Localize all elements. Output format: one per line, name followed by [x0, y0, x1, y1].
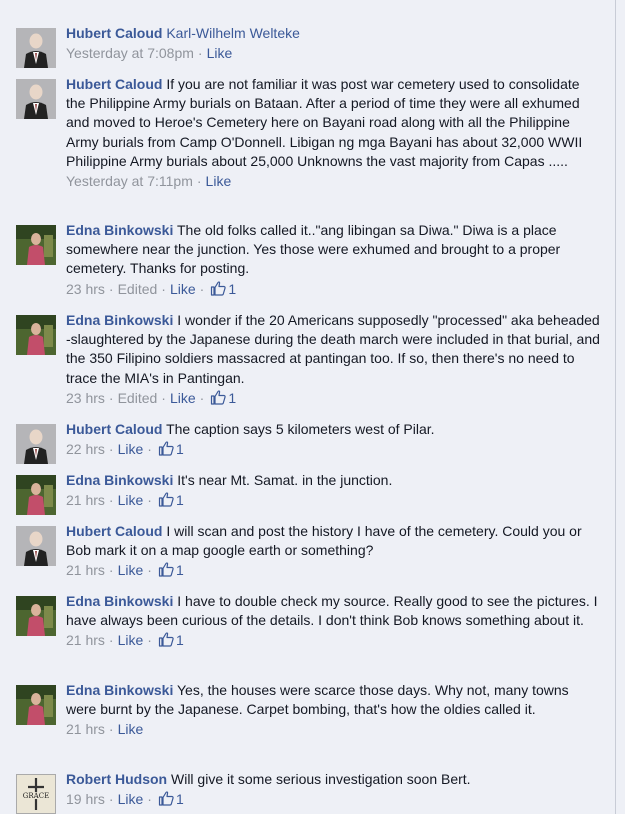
edited-label[interactable]: Edited — [118, 281, 158, 297]
like-button[interactable]: Like — [170, 390, 196, 406]
avatar[interactable] — [16, 315, 56, 355]
comment-body: Edna Binkowski I wonder if the 20 Americ… — [66, 311, 601, 410]
comment-author[interactable]: Robert Hudson — [66, 771, 167, 787]
like-count[interactable]: 1 — [176, 562, 184, 578]
comment-text: It's near Mt. Samat. in the junction. — [177, 472, 393, 488]
comment-meta: Yesterday at 7:08pm · Like — [66, 45, 233, 62]
comment-meta: 21 hrs · Like — [66, 721, 144, 738]
avatar[interactable] — [16, 225, 56, 265]
comment-timestamp[interactable]: 23 hrs — [66, 390, 105, 406]
comment-body: Edna Binkowski Yes, the houses were scar… — [66, 681, 601, 739]
avatar[interactable] — [16, 475, 56, 515]
comment-text: Will give it some serious investigation … — [171, 771, 471, 787]
comment-meta: 21 hrs · Like · 1 — [66, 491, 601, 512]
like-button[interactable]: Like — [118, 492, 144, 508]
comment-meta: 23 hrs · Edited · Like · 1 — [66, 280, 601, 301]
like-button[interactable]: Like — [118, 441, 144, 457]
comment-body: Hubert Caloud I will scan and post the h… — [66, 522, 601, 582]
comment-body: Hubert Caloud Karl-Wilhelm Welteke Yeste… — [66, 24, 601, 63]
like-count[interactable]: 1 — [176, 791, 184, 807]
comment-body: Edna Binkowski I have to double check my… — [66, 592, 601, 652]
like-count[interactable]: 1 — [176, 492, 184, 508]
comment-meta: 23 hrs · Edited · Like · 1 — [66, 389, 601, 410]
thumbs-up-icon[interactable] — [158, 790, 174, 811]
comment-timestamp[interactable]: Yesterday at 7:08pm — [66, 45, 194, 61]
comment-timestamp[interactable]: 21 hrs — [66, 721, 105, 737]
like-button[interactable]: Like — [118, 791, 144, 807]
avatar[interactable] — [16, 79, 56, 119]
comment-author[interactable]: Hubert Caloud — [66, 523, 162, 539]
avatar[interactable] — [16, 526, 56, 566]
like-button[interactable]: Like — [207, 45, 233, 61]
avatar[interactable]: GRACE — [16, 774, 56, 814]
svg-text:GRACE: GRACE — [23, 792, 49, 800]
comment-meta: 19 hrs · Like · 1 — [66, 790, 601, 811]
thumbs-up-icon[interactable] — [210, 389, 227, 410]
comment-body: Hubert Caloud If you are not familiar it… — [66, 75, 601, 191]
panel-border — [615, 0, 616, 814]
comment-author[interactable]: Hubert Caloud — [66, 76, 162, 92]
comment-body: Robert Hudson Will give it some serious … — [66, 770, 601, 811]
thumbs-up-icon[interactable] — [210, 280, 227, 301]
avatar[interactable] — [16, 424, 56, 464]
like-count[interactable]: 1 — [176, 632, 184, 648]
thumbs-up-icon[interactable] — [158, 561, 174, 582]
like-count[interactable]: 1 — [176, 441, 184, 457]
comment-meta: 21 hrs · Like · 1 — [66, 561, 601, 582]
comment-timestamp[interactable]: 21 hrs — [66, 562, 105, 578]
avatar[interactable] — [16, 596, 56, 636]
comment-author[interactable]: Edna Binkowski — [66, 222, 173, 238]
comment-author[interactable]: Edna Binkowski — [66, 682, 173, 698]
comment-meta: Yesterday at 7:11pm · Like — [66, 173, 232, 190]
comment-body: Edna Binkowski It's near Mt. Samat. in t… — [66, 471, 601, 512]
thumbs-up-icon[interactable] — [158, 440, 174, 461]
comment-author[interactable]: Edna Binkowski — [66, 593, 173, 609]
comment-body: Hubert Caloud The caption says 5 kilomet… — [66, 420, 601, 461]
like-button[interactable]: Like — [118, 721, 144, 737]
comment-author[interactable]: Edna Binkowski — [66, 472, 173, 488]
like-count[interactable]: 1 — [228, 390, 236, 406]
like-button[interactable]: Like — [118, 562, 144, 578]
comment-text: The caption says 5 kilometers west of Pi… — [166, 421, 435, 437]
like-button[interactable]: Like — [170, 281, 196, 297]
comment-timestamp[interactable]: 23 hrs — [66, 281, 105, 297]
like-count[interactable]: 1 — [228, 281, 236, 297]
comment-timestamp[interactable]: 22 hrs — [66, 441, 105, 457]
thumbs-up-icon[interactable] — [158, 631, 174, 652]
like-button[interactable]: Like — [206, 173, 232, 189]
comment-author[interactable]: Hubert Caloud — [66, 25, 162, 41]
comment-timestamp[interactable]: 21 hrs — [66, 632, 105, 648]
like-button[interactable]: Like — [118, 632, 144, 648]
comment-meta: 21 hrs · Like · 1 — [66, 631, 601, 652]
edited-label[interactable]: Edited — [118, 390, 158, 406]
comment-meta: 22 hrs · Like · 1 — [66, 440, 601, 461]
tagged-user[interactable]: Karl-Wilhelm Welteke — [166, 25, 300, 41]
avatar[interactable] — [16, 28, 56, 68]
thumbs-up-icon[interactable] — [158, 491, 174, 512]
avatar[interactable] — [16, 685, 56, 725]
comment-author[interactable]: Hubert Caloud — [66, 421, 162, 437]
comment-body: Edna Binkowski The old folks called it..… — [66, 221, 601, 301]
comment-timestamp[interactable]: Yesterday at 7:11pm — [66, 173, 193, 189]
comment-timestamp[interactable]: 21 hrs — [66, 492, 105, 508]
comment-timestamp[interactable]: 19 hrs — [66, 791, 105, 807]
comment-author[interactable]: Edna Binkowski — [66, 312, 173, 328]
